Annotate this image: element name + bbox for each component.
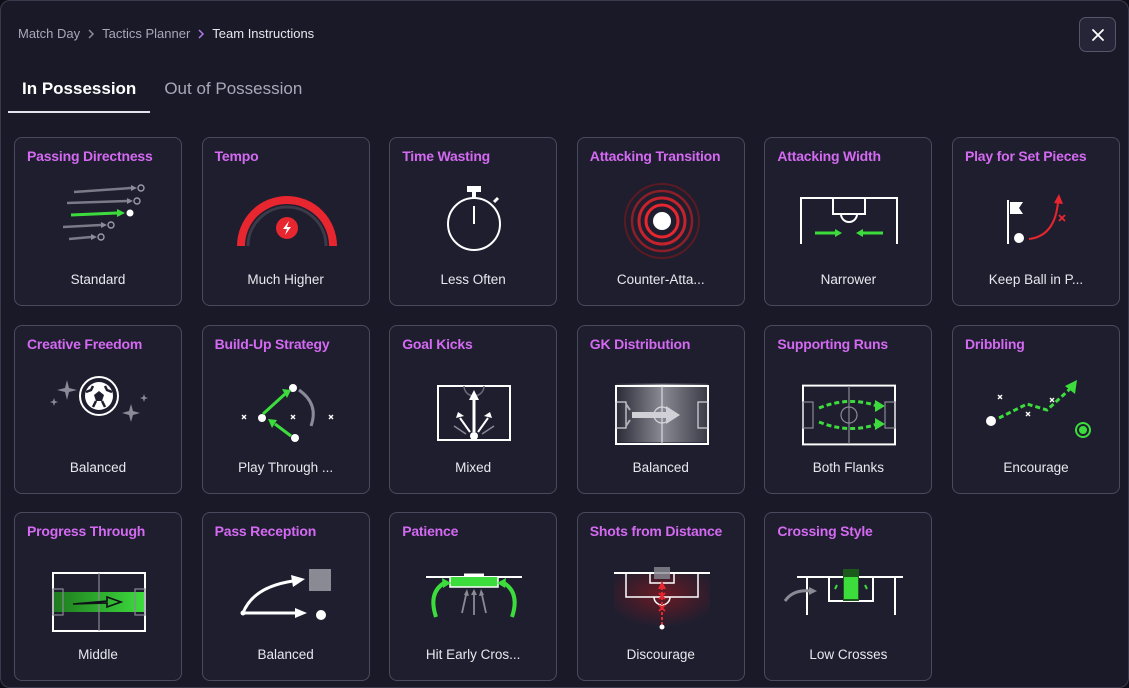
card-time-wasting[interactable]: Time Wasting Less Often — [389, 137, 558, 306]
card-title: Creative Freedom — [27, 335, 143, 352]
transition-rings-icon — [612, 178, 712, 259]
card-title: Tempo — [214, 148, 259, 164]
card-title: Play for Set Pieces — [964, 148, 1087, 164]
breadcrumb-item-team-instructions: Team Instructions — [212, 26, 315, 41]
card-passing-directness[interactable]: Passing Directness Standard — [14, 137, 182, 306]
build-up-icon — [237, 366, 337, 442]
card-attacking-width[interactable]: Attacking Width Narrower — [764, 137, 933, 306]
card-value: Low Crosses — [809, 647, 888, 663]
card-dribbling[interactable]: Dribbling Encourage — [951, 324, 1120, 494]
chevron-right-icon — [84, 27, 98, 41]
card-play-for-set-pieces[interactable]: Play for Set Pieces Keep Ball in P... — [951, 137, 1120, 306]
card-value: Balanced — [632, 459, 689, 475]
card-value: Encourage — [1003, 459, 1069, 475]
card-value: Middle — [78, 647, 118, 663]
card-title: Supporting Runs — [777, 335, 888, 352]
card-title: Patience — [402, 523, 459, 540]
width-pitch-icon — [799, 178, 899, 254]
breadcrumb-item-match-day[interactable]: Match Day — [18, 26, 80, 41]
crossing-style-icon — [784, 553, 904, 629]
instruction-grid: Passing Directness Standard Tempo Much H… — [14, 137, 1120, 682]
card-value: Both Flanks — [812, 459, 885, 475]
chevron-right-icon — [194, 27, 208, 41]
creative-ball-icon — [49, 366, 149, 442]
goal-kicks-icon — [424, 366, 524, 442]
dribbling-icon — [985, 366, 1091, 442]
card-patience[interactable]: Patience Hit Early Cros... — [389, 512, 558, 682]
progress-through-icon — [49, 553, 149, 633]
card-value: Counter-Atta... — [616, 272, 705, 287]
gk-distribution-icon — [612, 366, 712, 445]
card-value: Standard — [70, 272, 126, 287]
tab-in-possession[interactable]: In Possession — [8, 71, 151, 113]
card-title: Dribbling — [964, 335, 1025, 352]
card-value: Much Higher — [247, 272, 324, 287]
card-title: Attacking Width — [777, 148, 881, 164]
card-title: GK Distribution — [589, 335, 691, 352]
card-value: Narrower — [820, 272, 877, 287]
card-goal-kicks[interactable]: Goal Kicks Mixed — [389, 324, 558, 494]
tab-out-of-possession[interactable]: Out of Possession — [150, 71, 316, 113]
card-value: Keep Ball in P... — [988, 272, 1084, 287]
card-title: Goal Kicks — [402, 335, 473, 352]
breadcrumb-item-tactics-planner[interactable]: Tactics Planner — [102, 26, 190, 41]
pass-reception-icon — [237, 553, 337, 629]
team-instructions-panel: Match Day Tactics Planner Team Instructi… — [0, 0, 1129, 688]
stopwatch-icon — [424, 178, 524, 254]
tempo-gauge-icon — [236, 178, 337, 254]
card-progress-through[interactable]: Progress Through Middle — [14, 512, 182, 682]
card-title: Build-Up Strategy — [214, 335, 330, 352]
card-title: Attacking Transition — [589, 148, 721, 164]
card-attacking-transition[interactable]: Attacking Transition Counter-Atta... — [576, 137, 745, 306]
card-title: Pass Reception — [214, 523, 317, 540]
card-crossing-style[interactable]: Crossing Style Low Crosses — [764, 512, 933, 682]
card-title: Progress Through — [27, 523, 146, 540]
breadcrumb: Match Day Tactics Planner Team Instructi… — [18, 26, 314, 41]
card-value: Balanced — [257, 647, 314, 663]
possession-tabs: In Possession Out of Possession — [8, 71, 316, 113]
card-creative-freedom[interactable]: Creative Freedom Balanced — [14, 324, 182, 494]
patience-icon — [424, 553, 524, 629]
close-button[interactable] — [1079, 17, 1116, 52]
close-icon — [1091, 28, 1104, 41]
card-shots-from-distance[interactable]: Shots from Distance Discourage — [576, 512, 745, 682]
card-value: Less Often — [440, 272, 506, 287]
card-value: Hit Early Cros... — [425, 647, 521, 663]
card-build-up-strategy[interactable]: Build-Up Strategy Play Through ... — [201, 324, 370, 494]
card-pass-reception[interactable]: Pass Reception Balanced — [201, 512, 370, 682]
card-supporting-runs[interactable]: Supporting Runs Both Flanks — [764, 324, 933, 494]
card-value: Mixed — [455, 459, 492, 475]
card-value: Balanced — [69, 459, 127, 475]
passing-directness-icon — [49, 178, 149, 254]
card-gk-distribution[interactable]: GK Distribution Balanced — [576, 324, 745, 494]
shots-distance-icon — [612, 553, 712, 630]
card-value: Play Through ... — [238, 459, 334, 475]
card-title: Time Wasting — [402, 148, 491, 164]
card-title: Passing Directness — [27, 148, 153, 164]
card-title: Crossing Style — [777, 523, 873, 540]
card-title: Shots from Distance — [589, 523, 723, 540]
supporting-runs-icon — [799, 366, 899, 445]
card-tempo[interactable]: Tempo Much Higher — [201, 137, 370, 306]
card-value: Discourage — [626, 647, 695, 663]
corner-flag-icon — [987, 178, 1087, 254]
